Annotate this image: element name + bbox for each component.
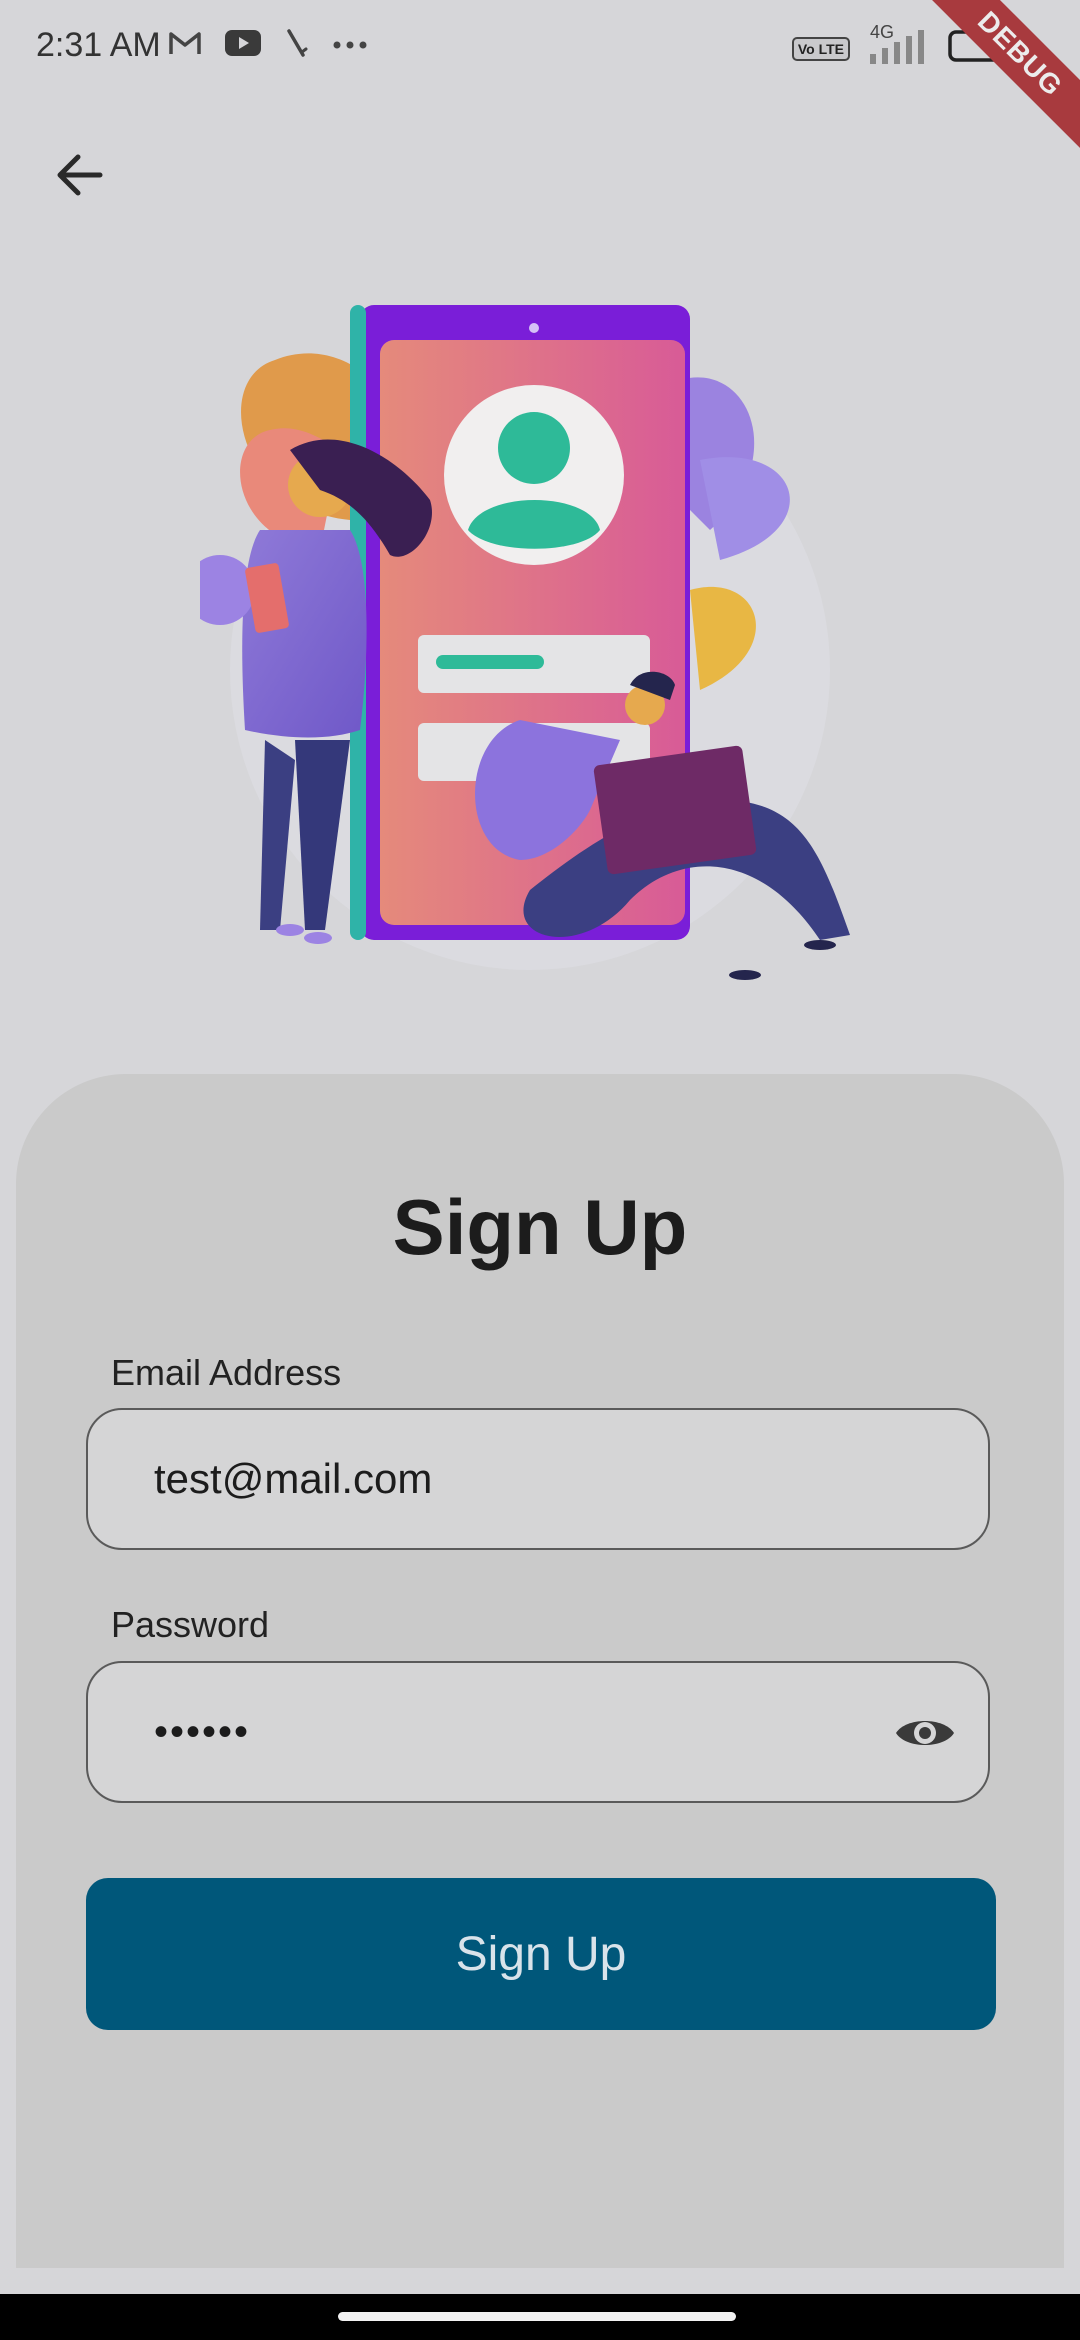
sign-up-button[interactable]: Sign Up (86, 1878, 996, 2030)
home-indicator[interactable] (338, 2312, 736, 2321)
back-button[interactable] (40, 138, 118, 216)
email-value: test@mail.com (154, 1455, 433, 1502)
signal-icon: 4G (866, 22, 932, 71)
gmail-icon (168, 29, 202, 62)
signup-illustration (185, 290, 900, 990)
password-label: Password (111, 1604, 270, 1645)
status-bar: 2:31 AM Vo LTE 4G DEBUG (0, 0, 1080, 163)
network-label: 4G (870, 22, 895, 42)
debug-banner: DEBUG (911, 0, 1080, 163)
notification-icons (168, 28, 368, 63)
arrow-left-icon (52, 152, 106, 203)
youtube-icon (224, 29, 262, 62)
eye-icon[interactable] (892, 1705, 958, 1761)
email-label: Email Address (111, 1352, 342, 1393)
signup-sheet: Sign Up Email Address test@mail.com Pass… (16, 1074, 1064, 2268)
status-time: 2:31 AM (36, 26, 161, 64)
edge-icon (284, 28, 310, 63)
password-field[interactable]: •••••• (86, 1661, 990, 1803)
email-field[interactable]: test@mail.com (86, 1408, 990, 1550)
volte-icon: Vo LTE (791, 36, 850, 61)
page-title: Sign Up (392, 1183, 688, 1271)
password-value: •••••• (154, 1709, 251, 1754)
more-dots-icon (332, 37, 368, 55)
